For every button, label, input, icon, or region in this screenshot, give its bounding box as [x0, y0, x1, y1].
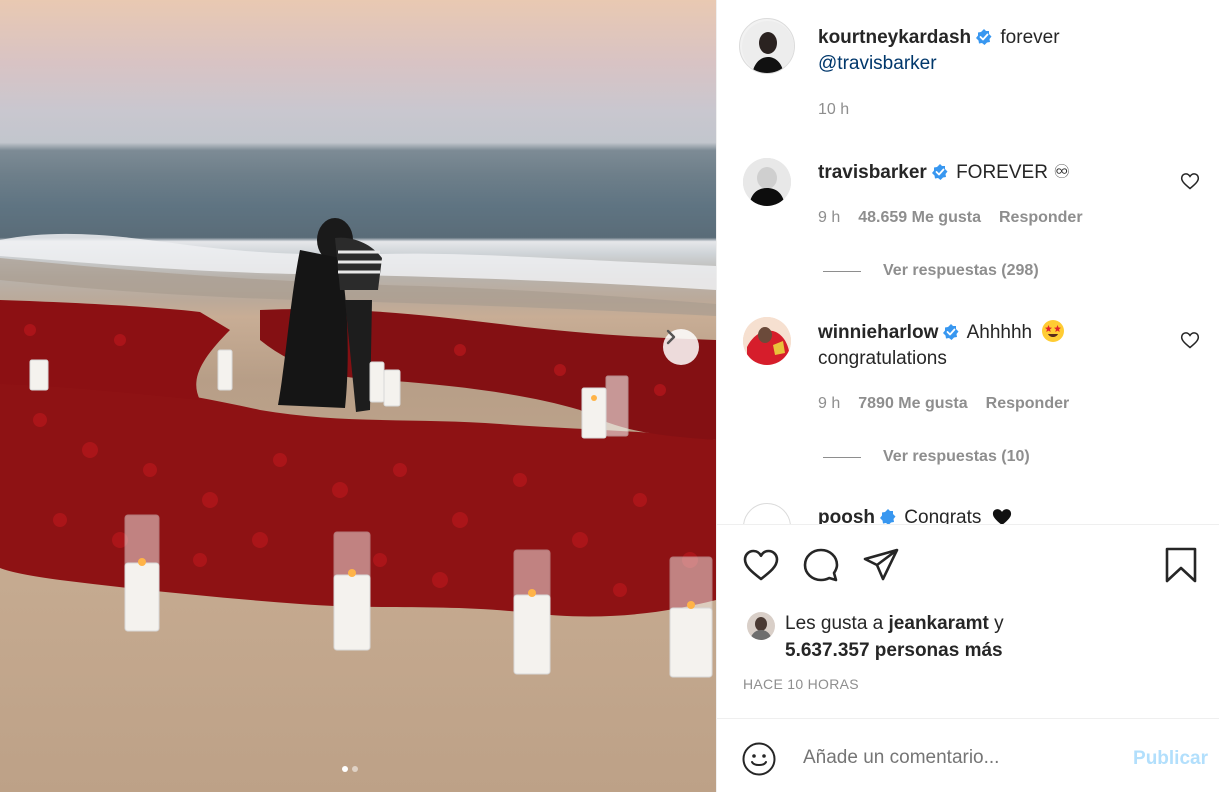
- comment-avatar-poosh[interactable]: [743, 503, 791, 524]
- comment-3-text: Congrats: [904, 507, 982, 524]
- comment-1-like-icon[interactable]: [1180, 171, 1200, 191]
- comment-avatar-travisbarker[interactable]: [743, 158, 791, 206]
- liked-by-avatar-image: [747, 612, 775, 640]
- comment-2-view-replies-label[interactable]: Ver respuestas (10): [883, 448, 1030, 466]
- post-timestamp[interactable]: HACE 10 HORAS: [743, 676, 859, 692]
- caption-text: forever: [1000, 27, 1060, 48]
- liked-by-conjunction: y: [994, 613, 1004, 634]
- divider-line: [823, 456, 861, 458]
- publish-button[interactable]: Publicar: [1133, 748, 1208, 770]
- liked-by-prefix: Les gusta a: [785, 613, 884, 634]
- carousel-dot-active: [342, 766, 348, 772]
- verified-badge-icon: [931, 164, 948, 180]
- comment-1-view-replies[interactable]: Ver respuestas (298): [823, 262, 1039, 280]
- post-actions: Les gusta a jeankaramt y 5.637.357 perso…: [717, 524, 1219, 718]
- author-username[interactable]: kourtneykardash: [818, 27, 971, 48]
- emoji-smiley-icon[interactable]: [741, 741, 777, 777]
- comment-avatar-image: [743, 158, 791, 206]
- comment-1-body: travisbarker FOREVER ♾: [818, 160, 1070, 186]
- photo-scene: [0, 218, 716, 678]
- verified-badge-icon: [880, 509, 896, 524]
- share-send-icon[interactable]: [861, 545, 901, 585]
- comment-2-username[interactable]: winnieharlow: [818, 322, 938, 343]
- comment-bubble-icon[interactable]: [801, 545, 841, 585]
- caption-mention[interactable]: @travisbarker: [818, 53, 937, 74]
- caption-time: 10 h: [818, 101, 849, 119]
- comment-2-view-replies[interactable]: Ver respuestas (10): [823, 448, 1030, 466]
- comment-2-text-line2: congratulations: [818, 348, 947, 369]
- liked-by-others-count[interactable]: 5.637.357 personas más: [785, 640, 1003, 661]
- liked-by-username[interactable]: jeankaramt: [889, 613, 989, 634]
- comment-2-reply-button[interactable]: Responder: [986, 395, 1070, 413]
- comment-1-time[interactable]: 9 h: [818, 209, 840, 227]
- divider-line: [823, 270, 861, 272]
- comment-2-body: winnieharlow Ahhhhh congratulations: [818, 319, 1178, 372]
- add-comment-bar: Publicar: [717, 718, 1219, 792]
- comment-avatar-winnieharlow[interactable]: [743, 317, 791, 365]
- comment-avatar-image: [743, 317, 791, 365]
- post-sidebar: kourtneykardash forever @travisbarker 10…: [716, 0, 1219, 792]
- verified-badge-icon: [976, 29, 992, 45]
- comment-2-likes[interactable]: 7890 Me gusta: [858, 395, 967, 413]
- post-caption: kourtneykardash forever @travisbarker: [818, 25, 1198, 77]
- carousel-dot: [352, 766, 358, 772]
- comments-list[interactable]: kourtneykardash forever @travisbarker 10…: [717, 0, 1219, 524]
- chevron-right-icon: [666, 329, 676, 345]
- like-heart-icon[interactable]: [741, 545, 781, 585]
- comment-2-like-icon[interactable]: [1180, 330, 1200, 350]
- star-struck-emoji-icon: [1042, 320, 1065, 342]
- comment-2-time[interactable]: 9 h: [818, 395, 840, 413]
- comment-2-meta: 9 h 7890 Me gusta Responder: [818, 395, 1069, 413]
- comment-1-meta: 9 h 48.659 Me gusta Responder: [818, 209, 1083, 227]
- caption-timestamp[interactable]: 10 h: [818, 101, 849, 119]
- comment-1-reply-button[interactable]: Responder: [999, 209, 1083, 227]
- bookmark-save-icon[interactable]: [1161, 545, 1201, 585]
- comment-1-likes[interactable]: 48.659 Me gusta: [858, 209, 981, 227]
- comment-1-view-replies-label[interactable]: Ver respuestas (298): [883, 262, 1039, 280]
- comment-1-text: FOREVER ♾: [956, 162, 1071, 183]
- post-photo[interactable]: [0, 0, 716, 792]
- comment-3-username[interactable]: poosh: [818, 507, 875, 524]
- author-avatar-image: [742, 21, 794, 73]
- comment-input[interactable]: [803, 747, 1103, 769]
- author-avatar[interactable]: [739, 18, 795, 74]
- liked-by-avatar[interactable]: [747, 612, 775, 640]
- verified-badge-icon: [943, 324, 959, 340]
- black-heart-icon: [992, 509, 1011, 524]
- comment-2-text: Ahhhhh: [966, 322, 1033, 343]
- carousel-next-button[interactable]: [663, 329, 699, 365]
- liked-by-summary: Les gusta a jeankaramt y 5.637.357 perso…: [747, 610, 1004, 664]
- comment-1-username[interactable]: travisbarker: [818, 162, 927, 183]
- carousel-indicator: [342, 766, 358, 772]
- comment-3-body: poosh Congrats: [818, 505, 1013, 524]
